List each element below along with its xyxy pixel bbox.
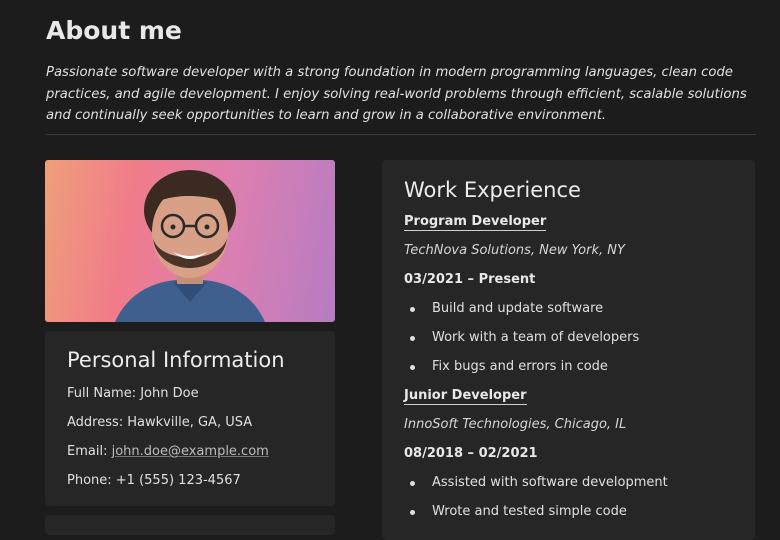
email-line: Email: john.doe@example.com <box>67 444 269 459</box>
work-experience-title: Work Experience <box>404 178 581 202</box>
address: Address: Hawkville, GA, USA <box>67 415 253 430</box>
job-bullet: Wrote and tested simple code <box>410 504 627 519</box>
job-bullet-text: Fix bugs and errors in code <box>432 359 608 374</box>
profile-photo-illustration <box>115 170 265 322</box>
full-name: Full Name: John Doe <box>67 386 199 401</box>
job-bullet: Fix bugs and errors in code <box>410 359 608 374</box>
job-bullet-text: Assisted with software development <box>432 475 668 490</box>
email-label: Email: <box>67 444 112 459</box>
job-title: Program Developer <box>404 214 547 231</box>
phone: Phone: +1 (555) 123-4567 <box>67 473 241 488</box>
job-bullet-text: Work with a team of developers <box>432 330 640 345</box>
profile-photo <box>45 160 335 322</box>
job-bullet: Build and update software <box>409 301 604 316</box>
about-description: Passionate software developer with a str… <box>46 65 747 123</box>
section-divider <box>46 134 756 135</box>
personal-information-card: Personal Information Full Name: John Doe… <box>45 331 335 506</box>
personal-information-title: Personal Information <box>67 348 285 372</box>
job-company: InnoSoft Technologies, Chicago, IL <box>404 417 627 432</box>
job-title: Junior Developer <box>404 388 527 405</box>
job-bullet: Work with a team of developers <box>409 330 640 345</box>
job-bullet: Assisted with software development <box>410 475 668 490</box>
job-dates: 08/2018 – 02/2021 <box>404 446 538 461</box>
next-card <box>45 515 335 535</box>
job-dates: 03/2021 – Present <box>404 272 536 287</box>
about-title: About me <box>46 16 182 45</box>
email-link[interactable]: john.doe@example.com <box>112 444 269 459</box>
job-bullet-text: Build and update software <box>432 301 604 316</box>
job-bullet-text: Wrote and tested simple code <box>432 504 627 519</box>
work-experience-card: Work Experience Program Developer TechNo… <box>382 160 755 540</box>
job-company: TechNova Solutions, New York, NY <box>404 243 625 258</box>
